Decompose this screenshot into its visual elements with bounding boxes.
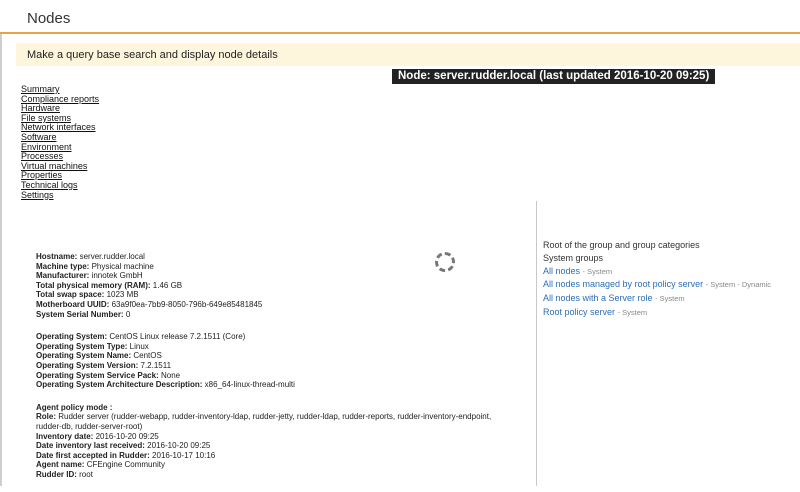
- os-row: Operating System: CentOS Linux release 7…: [36, 332, 516, 342]
- hostname-label: Hostname:: [36, 252, 78, 261]
- agent-name-label: Agent name:: [36, 460, 85, 470]
- first-accepted-row: Date first accepted in Rudder: 2016-10-1…: [36, 451, 516, 461]
- group-link-all-nodes-managed-by-root[interactable]: All nodes managed by root policy server: [543, 279, 703, 289]
- group-link-all-nodes-server-role[interactable]: All nodes with a Server role: [543, 293, 653, 303]
- page-header: Nodes: [0, 0, 800, 34]
- os-name-value: CentOS: [133, 351, 162, 361]
- machine-type-value: Physical machine: [91, 261, 154, 271]
- agent-name-row: Agent name: CFEngine Community: [36, 460, 516, 470]
- panel-divider: [536, 201, 537, 486]
- os-arch-value: x86_64-linux-thread-multi: [204, 380, 295, 390]
- group-tree: Root of the group and group categories S…: [543, 239, 771, 320]
- os-arch-label: Operating System Architecture Descriptio…: [36, 380, 203, 390]
- first-accepted-value: 2016-10-17 10:16: [152, 450, 216, 460]
- group-link-all-nodes[interactable]: All nodes: [543, 266, 580, 276]
- os-sp-label: Operating System Service Pack:: [36, 370, 159, 380]
- swap-label: Total swap space:: [36, 290, 105, 300]
- group-tag: - System: [582, 266, 613, 276]
- nav-link-settings[interactable]: Settings: [21, 190, 99, 201]
- group-item: All nodes - System: [543, 265, 771, 279]
- swap-row: Total swap space: 1023 MB: [36, 290, 516, 300]
- uuid-row: Motherboard UUID: 63a9f0ea-7bb9-8050-796…: [36, 300, 516, 310]
- policy-mode-label: Agent policy mode :: [36, 402, 113, 412]
- os-arch-row: Operating System Architecture Descriptio…: [36, 380, 516, 390]
- group-tree-root[interactable]: Root of the group and group categories: [543, 239, 771, 252]
- rudder-id-row: Rudder ID: root: [36, 470, 516, 480]
- agent-name-value: CFEngine Community: [86, 460, 165, 470]
- machine-info: Hostname: server.rudder.local Machine ty…: [36, 252, 516, 319]
- group-link-root-policy-server[interactable]: Root policy server: [543, 307, 615, 317]
- role-label: Role:: [36, 412, 56, 422]
- last-received-label: Date inventory last received:: [36, 441, 145, 451]
- inventory-date-label: Inventory date:: [36, 431, 94, 441]
- window-edge: [0, 0, 2, 486]
- system-groups-category[interactable]: System groups: [543, 252, 771, 265]
- group-tag: - System - Dynamic: [705, 280, 772, 290]
- serial-value: 0: [125, 309, 131, 319]
- rudder-id-value: root: [79, 469, 93, 479]
- serial-row: System Serial Number: 0: [36, 310, 516, 320]
- memory-label: Total physical memory (RAM):: [36, 280, 151, 290]
- os-name-row: Operating System Name: CentOS: [36, 351, 516, 361]
- os-sp-row: Operating System Service Pack: None: [36, 371, 516, 381]
- hostname-row: Hostname: server.rudder.local: [36, 252, 516, 262]
- memory-value: 1.46 GB: [152, 280, 183, 290]
- last-received-row: Date inventory last received: 2016-10-20…: [36, 441, 516, 451]
- node-details-panel: Hostname: server.rudder.local Machine ty…: [36, 252, 516, 492]
- swap-value: 1023 MB: [106, 290, 139, 300]
- os-version-value: 7.2.1511: [140, 360, 172, 370]
- serial-label: System Serial Number:: [36, 309, 124, 319]
- agent-info: Agent policy mode : Role: Rudder server …: [36, 403, 516, 480]
- manufacturer-row: Manufacturer: innotek GmbH: [36, 271, 516, 281]
- os-type-value: Linux: [129, 341, 149, 351]
- os-info: Operating System: CentOS Linux release 7…: [36, 332, 516, 390]
- uuid-value: 63a9f0ea-7bb9-8050-796b-649e85481845: [111, 299, 263, 309]
- group-tag: - System: [617, 307, 648, 317]
- rudder-id-label: Rudder ID:: [36, 469, 77, 479]
- role-row: Role: Rudder server (rudder-webapp, rudd…: [36, 412, 516, 431]
- hostname-value: server.rudder.local: [79, 252, 145, 261]
- os-version-label: Operating System Version:: [36, 360, 139, 370]
- os-value: CentOS Linux release 7.2.1511 (Core): [109, 332, 246, 342]
- role-value: Rudder server (rudder-webapp, rudder-inv…: [36, 412, 492, 431]
- os-version-row: Operating System Version: 7.2.1511: [36, 361, 516, 371]
- group-tag: - System: [655, 294, 685, 304]
- page-title: Nodes: [27, 10, 71, 27]
- policy-mode-row: Agent policy mode :: [36, 403, 516, 413]
- group-item: Root policy server - System: [543, 306, 771, 320]
- os-label: Operating System:: [36, 332, 108, 342]
- os-sp-value: None: [160, 370, 181, 380]
- group-item: All nodes with a Server role - System: [543, 292, 771, 306]
- uuid-label: Motherboard UUID:: [36, 299, 110, 309]
- last-received-value: 2016-10-20 09:25: [147, 441, 211, 451]
- query-info-text: Make a query base search and display nod…: [27, 49, 278, 61]
- os-type-label: Operating System Type:: [36, 341, 128, 351]
- os-name-label: Operating System Name:: [36, 351, 132, 361]
- machine-type-label: Machine type:: [36, 261, 90, 271]
- inventory-date-value: 2016-10-20 09:25: [95, 431, 159, 441]
- manufacturer-value: innotek GmbH: [91, 271, 143, 281]
- inventory-date-row: Inventory date: 2016-10-20 09:25: [36, 432, 516, 442]
- manufacturer-label: Manufacturer:: [36, 271, 90, 281]
- node-details-nav: Summary Compliance reports Hardware File…: [21, 84, 99, 201]
- os-type-row: Operating System Type: Linux: [36, 342, 516, 352]
- memory-row: Total physical memory (RAM): 1.46 GB: [36, 281, 516, 291]
- node-title-badge: Node: server.rudder.local (last updated …: [392, 69, 716, 84]
- machine-type-row: Machine type: Physical machine: [36, 262, 516, 272]
- group-item: All nodes managed by root policy server …: [543, 278, 771, 292]
- query-info-bar: Make a query base search and display nod…: [16, 43, 800, 66]
- first-accepted-label: Date first accepted in Rudder:: [36, 450, 150, 460]
